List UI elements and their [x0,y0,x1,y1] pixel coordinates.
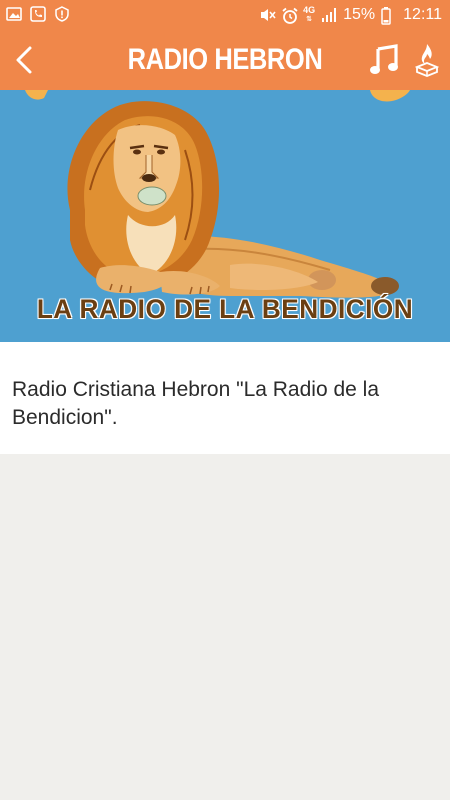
bible-button[interactable] [410,38,444,82]
bible-flame-icon [415,44,439,77]
battery-icon [381,7,397,25]
battery-percent: 15% [343,6,376,23]
app-bar: RADIO HEBRON [0,30,450,90]
chevron-left-icon [16,46,32,74]
banner-image: LA RADIO DE LA BENDICIÓN [0,90,450,342]
network-indicator: 4G ⇅ [303,6,315,24]
alert-notification-icon [54,6,70,22]
status-right: 4G ⇅ 15% 12:11 [259,5,442,25]
status-left [6,6,70,22]
header: 4G ⇅ 15% 12:11 RADIO HEBRON [0,0,450,90]
mute-icon [259,7,276,23]
music-button[interactable] [366,40,402,80]
description-text: Radio Cristiana Hebron "La Radio de la B… [12,378,379,429]
call-notification-icon [30,6,46,22]
description-card: Radio Cristiana Hebron "La Radio de la B… [0,342,450,454]
data-arrows-icon: ⇅ [306,16,313,23]
signal-icon [321,7,337,23]
page-title: RADIO HEBRON [127,43,323,76]
status-bar: 4G ⇅ 15% 12:11 [0,0,450,30]
image-notification-icon [6,6,22,22]
music-note-icon [370,44,398,74]
clock: 12:11 [403,6,442,23]
alarm-icon [281,7,298,24]
banner-caption: LA RADIO DE LA BENDICIÓN [36,294,414,324]
network-type: 4G [303,5,316,15]
screen: 4G ⇅ 15% 12:11 RADIO HEBRON LA RADIO DE … [0,0,450,800]
